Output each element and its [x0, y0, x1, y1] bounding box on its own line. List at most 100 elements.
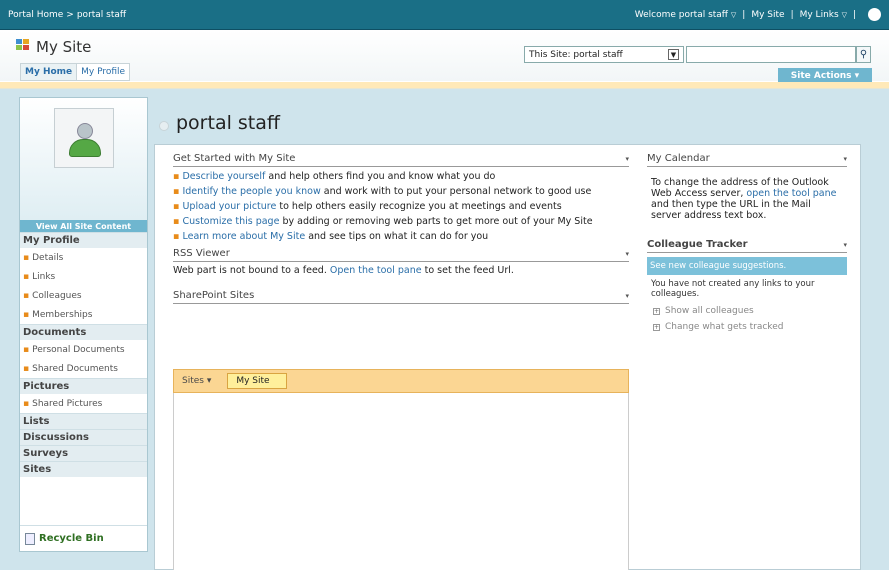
- recycle-bin-link[interactable]: Recycle Bin: [20, 525, 147, 551]
- nav-heading-documents[interactable]: Documents: [20, 324, 147, 340]
- site-header: My Site My Home My Profile This Site: po…: [0, 31, 889, 83]
- colleague-tracker-header: Colleague Tracker ▾: [647, 239, 847, 253]
- rss-text: to set the feed Url.: [421, 265, 514, 276]
- list-item-text: by adding or removing web parts to get m…: [279, 216, 593, 227]
- customize-page-link[interactable]: Customize this page: [182, 216, 279, 227]
- search-scope-select[interactable]: This Site: portal staff ▼: [524, 46, 684, 63]
- calendar-message: To change the address of the Outlook Web…: [647, 167, 847, 221]
- profile-picture-area: [20, 98, 147, 220]
- list-item: ▪ Customize this page by adding or remov…: [173, 216, 629, 227]
- sharepoint-sites-toolbar: Sites ▾ My Site: [173, 369, 629, 393]
- divider: |: [742, 9, 746, 20]
- rss-viewer-title[interactable]: RSS Viewer: [173, 248, 230, 259]
- nav-item-label: Shared Pictures: [32, 398, 103, 409]
- web-part-menu-icon[interactable]: ▾: [625, 155, 629, 163]
- nav-heading-lists[interactable]: Lists: [20, 413, 147, 429]
- nav-heading-sites[interactable]: Sites: [20, 461, 147, 477]
- tab-my-home[interactable]: My Home: [21, 64, 78, 80]
- bullet-icon: ▪: [23, 271, 30, 282]
- breadcrumb: Portal Home > portal staff: [8, 10, 635, 20]
- sharepoint-sites-content: [173, 393, 629, 570]
- divider: |: [852, 9, 856, 20]
- search-scope-value: This Site: portal staff: [529, 49, 623, 60]
- describe-yourself-link[interactable]: Describe yourself: [182, 171, 265, 182]
- nav-item-links[interactable]: ▪ Links: [20, 267, 147, 286]
- nav-heading-pictures[interactable]: Pictures: [20, 378, 147, 394]
- nav-item-label: Details: [32, 252, 64, 263]
- change-tracked-link[interactable]: + Change what gets tracked: [647, 319, 847, 335]
- right-column: My Calendar ▾ To change the address of t…: [647, 153, 847, 335]
- nav-item-details[interactable]: ▪ Details: [20, 248, 147, 267]
- web-part-menu-icon[interactable]: ▾: [843, 241, 847, 249]
- search-icon[interactable]: ⚲: [856, 46, 871, 63]
- person-head-icon: [77, 123, 93, 139]
- help-icon[interactable]: ?: [868, 8, 881, 21]
- list-item: ▪ Identify the people you know and work …: [173, 186, 629, 197]
- my-links-label: My Links: [799, 9, 839, 20]
- nav-item-personal-documents[interactable]: ▪ Personal Documents: [20, 340, 147, 359]
- site-actions-button[interactable]: Site Actions ▾: [778, 68, 872, 83]
- rss-text: Web part is not bound to a feed.: [173, 265, 330, 276]
- nav-heading-discussions[interactable]: Discussions: [20, 429, 147, 445]
- sharepoint-sites-title[interactable]: SharePoint Sites: [173, 290, 254, 301]
- breadcrumb-home-link[interactable]: Portal Home: [8, 10, 63, 20]
- page-title: portal staff: [176, 112, 280, 134]
- learn-more-link[interactable]: Learn more about My Site: [182, 231, 305, 242]
- colleague-suggestions-link[interactable]: See new colleague suggestions.: [647, 257, 847, 275]
- sites-menu[interactable]: Sites ▾: [182, 376, 211, 386]
- nav-item-label: Shared Documents: [32, 363, 118, 374]
- site-title[interactable]: My Site: [36, 38, 91, 56]
- bullet-icon: ▪: [23, 290, 30, 301]
- main-content: portal staff Get Started with My Site ▾ …: [150, 97, 875, 570]
- colleague-tracker-title[interactable]: Colleague Tracker: [647, 239, 748, 250]
- recycle-bin-icon: [25, 532, 35, 545]
- tab-my-profile[interactable]: My Profile: [77, 64, 129, 80]
- my-site-link[interactable]: My Site: [751, 10, 784, 20]
- my-site-logo-icon: [16, 39, 32, 53]
- tab-my-site[interactable]: My Site: [227, 373, 287, 389]
- calendar-header: My Calendar ▾: [647, 153, 847, 167]
- person-body-icon: [69, 139, 101, 157]
- recycle-bin-label: Recycle Bin: [39, 533, 104, 544]
- web-part-menu-icon[interactable]: ▾: [843, 155, 847, 163]
- bullet-icon: ▪: [23, 309, 30, 320]
- change-tracked-label: Change what gets tracked: [665, 322, 784, 332]
- show-all-colleagues-link[interactable]: + Show all colleagues: [647, 303, 847, 319]
- welcome-arrow-icon: ▽: [730, 10, 737, 19]
- web-part-menu-icon[interactable]: ▾: [625, 250, 629, 258]
- colleague-tracker-note: You have not created any links to your c…: [651, 279, 815, 299]
- show-all-label: Show all colleagues: [665, 306, 754, 316]
- view-all-site-content-link[interactable]: View All Site Content: [20, 220, 147, 232]
- rss-viewer-header: RSS Viewer ▾: [173, 248, 629, 262]
- list-item: ▪ Describe yourself and help others find…: [173, 171, 629, 182]
- get-started-title[interactable]: Get Started with My Site: [173, 153, 295, 164]
- nav-heading-my-profile[interactable]: My Profile: [20, 232, 147, 248]
- list-item: ▪ Upload your picture to help others eas…: [173, 201, 629, 212]
- nav-heading-surveys[interactable]: Surveys: [20, 445, 147, 461]
- search-input[interactable]: [686, 46, 856, 63]
- quick-launch: View All Site Content My Profile ▪ Detail…: [19, 97, 148, 552]
- welcome-menu[interactable]: Welcome portal staff ▽: [635, 10, 737, 20]
- calendar-title[interactable]: My Calendar: [647, 153, 710, 164]
- avatar[interactable]: [54, 108, 114, 168]
- nav-item-shared-documents[interactable]: ▪ Shared Documents: [20, 359, 147, 378]
- open-tool-pane-link[interactable]: open the tool pane: [746, 188, 836, 199]
- get-started-list: ▪ Describe yourself and help others find…: [173, 167, 629, 242]
- upload-picture-link[interactable]: Upload your picture: [182, 201, 276, 212]
- chevron-down-icon[interactable]: ▼: [668, 49, 679, 60]
- nav-item-label: Memberships: [32, 309, 93, 320]
- nav-item-shared-pictures[interactable]: ▪ Shared Pictures: [20, 394, 147, 413]
- list-item: ▪ Learn more about My Site and see tips …: [173, 231, 629, 242]
- list-item-text: and work with to put your personal netwo…: [320, 186, 592, 197]
- identify-people-link[interactable]: Identify the people you know: [182, 186, 320, 197]
- get-started-header: Get Started with My Site ▾: [173, 153, 629, 167]
- open-tool-pane-link[interactable]: Open the tool pane: [330, 265, 422, 276]
- global-nav-bar: Portal Home > portal staff Welcome porta…: [0, 0, 889, 30]
- web-part-menu-icon[interactable]: ▾: [625, 292, 629, 300]
- my-links-menu[interactable]: My Links ▽: [800, 10, 847, 20]
- nav-item-colleagues[interactable]: ▪ Colleagues: [20, 286, 147, 305]
- welcome-label: Welcome portal staff: [634, 9, 729, 20]
- breadcrumb-current[interactable]: portal staff: [77, 10, 126, 20]
- page-icon: [159, 121, 169, 131]
- nav-item-memberships[interactable]: ▪ Memberships: [20, 305, 147, 324]
